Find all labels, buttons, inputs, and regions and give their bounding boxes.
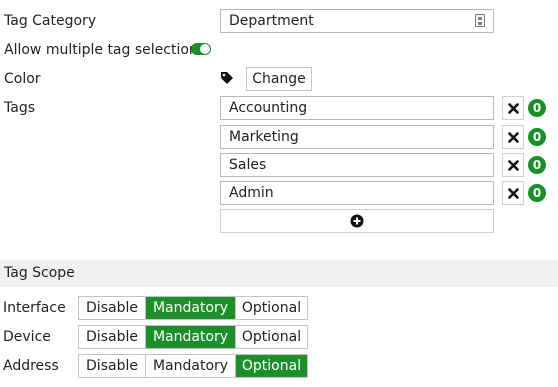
scope-option-disable[interactable]: Disable bbox=[79, 297, 145, 319]
tag-name: Sales bbox=[229, 157, 267, 173]
scope-label-device: Device bbox=[3, 329, 51, 345]
tag-input-admin[interactable]: Admin bbox=[220, 181, 494, 205]
add-tag-button[interactable] bbox=[220, 209, 494, 233]
tag-name: Accounting bbox=[229, 100, 308, 116]
tags-label: Tags bbox=[4, 100, 35, 116]
close-x-icon bbox=[507, 159, 519, 171]
scope-option-optional[interactable]: Optional bbox=[235, 355, 307, 377]
delete-tag-button[interactable] bbox=[502, 125, 524, 149]
address-scope-selector: Disable Mandatory Optional bbox=[78, 354, 308, 378]
tag-input-marketing[interactable]: Marketing bbox=[220, 125, 494, 149]
interface-scope-selector: Disable Mandatory Optional bbox=[78, 296, 308, 320]
scope-option-mandatory[interactable]: Mandatory bbox=[145, 297, 235, 319]
close-x-icon bbox=[507, 131, 519, 143]
scope-label-address: Address bbox=[3, 358, 59, 374]
scope-option-mandatory[interactable]: Mandatory bbox=[145, 355, 235, 377]
scope-option-disable[interactable]: Disable bbox=[79, 326, 145, 348]
tag-input-accounting[interactable]: Accounting bbox=[220, 96, 494, 120]
tag-name: Marketing bbox=[229, 129, 299, 145]
id-card-icon bbox=[475, 14, 485, 27]
allow-multiple-toggle[interactable] bbox=[191, 43, 211, 55]
tag-count-badge: 0 bbox=[528, 128, 546, 146]
tag-input-sales[interactable]: Sales bbox=[220, 153, 494, 177]
color-label: Color bbox=[4, 71, 41, 87]
device-scope-selector: Disable Mandatory Optional bbox=[78, 325, 308, 349]
delete-tag-button[interactable] bbox=[502, 181, 524, 205]
tag-count-badge: 0 bbox=[528, 184, 546, 202]
scope-option-mandatory[interactable]: Mandatory bbox=[145, 326, 235, 348]
tag-count-badge: 0 bbox=[528, 156, 546, 174]
close-x-icon bbox=[507, 187, 519, 199]
scope-option-optional[interactable]: Optional bbox=[235, 326, 307, 348]
change-color-button[interactable]: Change bbox=[246, 67, 312, 91]
close-x-icon bbox=[507, 102, 519, 114]
scope-option-disable[interactable]: Disable bbox=[79, 355, 145, 377]
tag-count-badge: 0 bbox=[528, 99, 546, 117]
tag-category-value: Department bbox=[229, 13, 314, 29]
tag-icon bbox=[221, 72, 233, 84]
tag-scope-header: Tag Scope bbox=[0, 260, 558, 287]
tag-category-input[interactable]: Department bbox=[220, 9, 494, 33]
scope-label-interface: Interface bbox=[3, 300, 66, 316]
tag-category-label: Tag Category bbox=[4, 13, 97, 29]
delete-tag-button[interactable] bbox=[502, 96, 524, 120]
allow-multiple-label: Allow multiple tag selection bbox=[4, 42, 198, 58]
tag-name: Admin bbox=[229, 185, 274, 201]
delete-tag-button[interactable] bbox=[502, 153, 524, 177]
plus-circle-icon bbox=[350, 214, 364, 228]
toggle-knob bbox=[200, 44, 210, 54]
scope-option-optional[interactable]: Optional bbox=[235, 297, 307, 319]
